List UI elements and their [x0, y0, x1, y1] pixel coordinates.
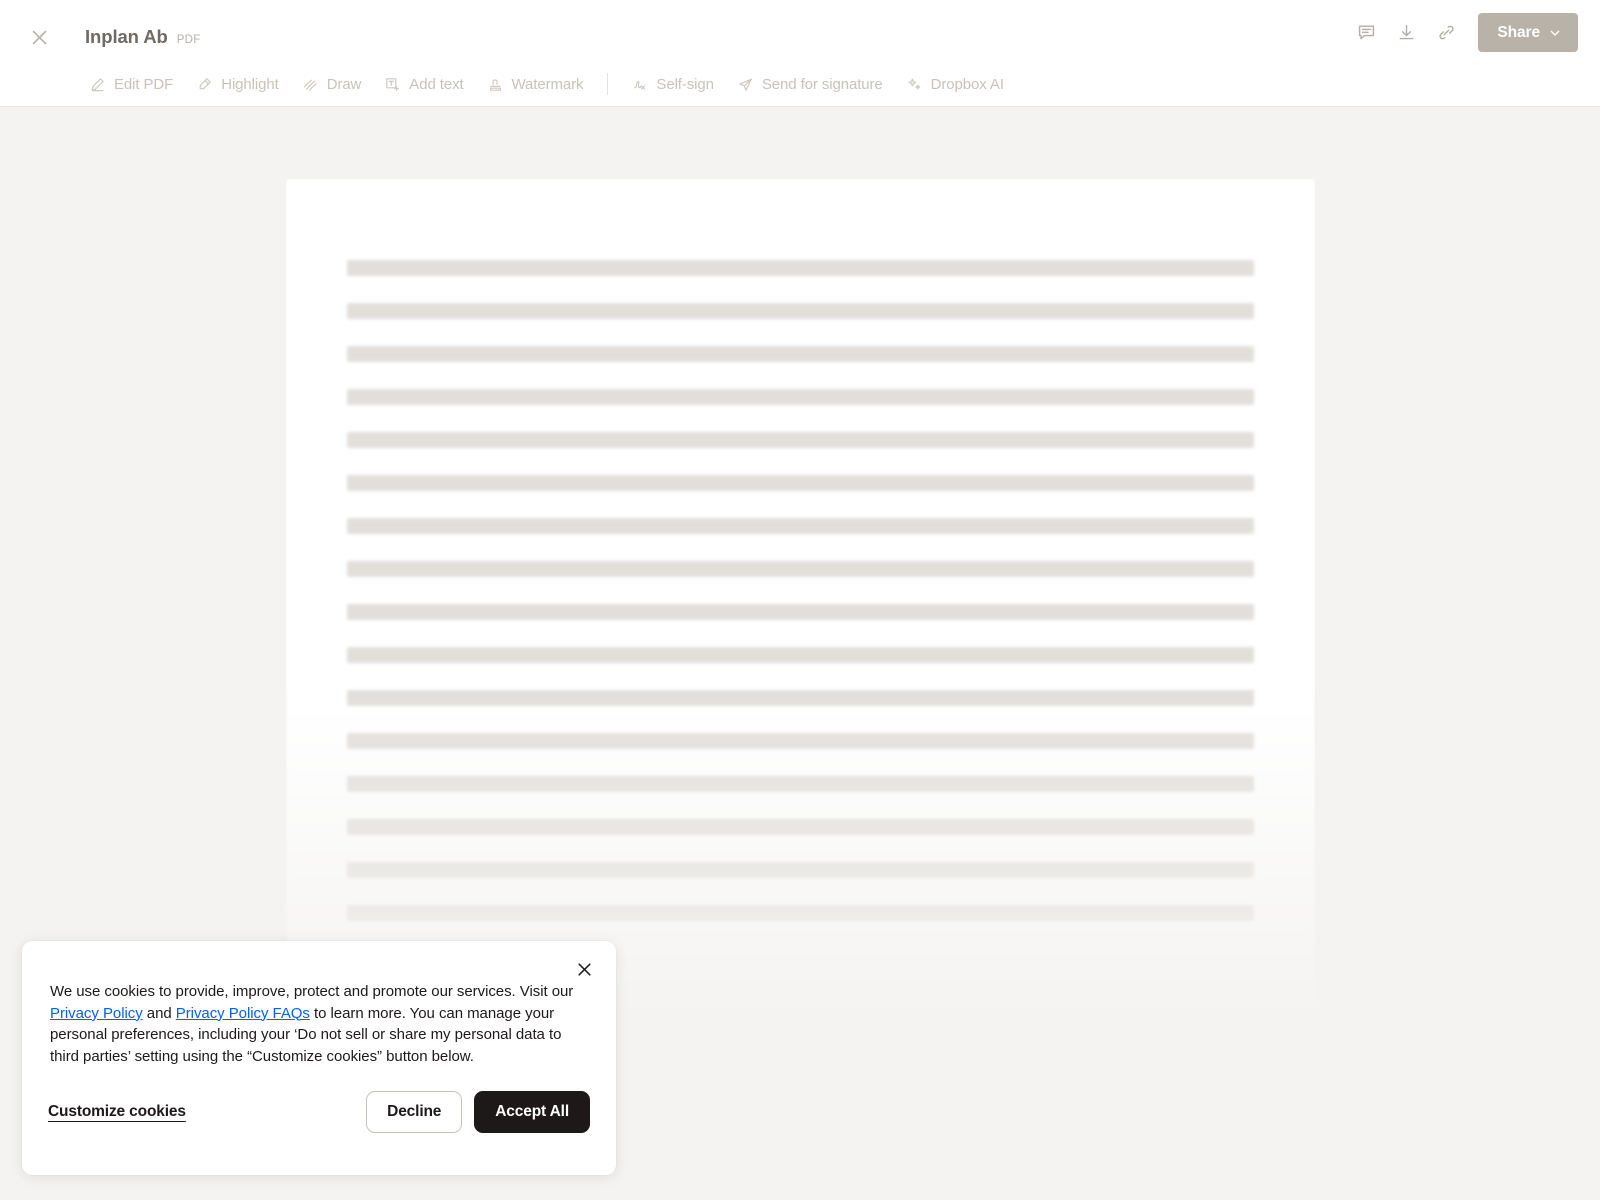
scribble-icon — [303, 77, 318, 92]
document-page — [286, 179, 1315, 1059]
tool-edit-pdf[interactable]: Edit PDF — [78, 71, 185, 98]
chevron-down-icon — [1550, 30, 1560, 36]
cookie-consent-banner: We use cookies to provide, improve, prot… — [22, 941, 616, 1175]
skeleton-line — [347, 733, 1254, 749]
tool-watermark[interactable]: Watermark — [476, 71, 596, 98]
app-header: Inplan Ab PDF Share Edit PDF Highlight D… — [0, 0, 1600, 107]
highlighter-icon — [197, 77, 212, 92]
accept-all-button[interactable]: Accept All — [474, 1091, 590, 1133]
tool-label: Watermark — [511, 75, 584, 93]
paper-plane-icon — [738, 77, 753, 92]
skeleton-line — [347, 518, 1254, 534]
tool-label: Self-sign — [656, 75, 714, 93]
pencil-icon — [90, 77, 105, 92]
tool-label: Draw — [326, 75, 362, 93]
document-title-group: Inplan Ab PDF — [85, 26, 201, 48]
skeleton-line — [347, 303, 1254, 319]
page-title: Inplan Ab — [85, 26, 168, 47]
text-box-icon — [385, 77, 400, 92]
stamp-icon — [488, 77, 503, 92]
document-loading-skeleton — [347, 260, 1254, 948]
tool-label: Dropbox AI — [930, 75, 1004, 93]
cookie-consent-text: We use cookies to provide, improve, prot… — [50, 981, 590, 1067]
privacy-policy-faqs-link[interactable]: Privacy Policy FAQs — [176, 1005, 310, 1022]
tool-highlight[interactable]: Highlight — [185, 71, 290, 98]
skeleton-line — [347, 561, 1254, 577]
tool-draw[interactable]: Draw — [291, 71, 374, 98]
tool-send-for-signature[interactable]: Send for signature — [726, 71, 895, 98]
decline-button[interactable]: Decline — [366, 1091, 463, 1133]
comment-icon[interactable] — [1346, 14, 1386, 52]
skeleton-line — [347, 905, 1254, 921]
link-icon[interactable] — [1426, 14, 1466, 52]
cookie-banner-actions: Customize cookies Decline Accept All — [22, 1091, 616, 1133]
skeleton-line — [347, 432, 1254, 448]
header-top-row: Inplan Ab PDF Share — [0, 0, 1600, 64]
tool-label: Send for signature — [761, 75, 883, 93]
skeleton-line — [347, 389, 1254, 405]
tool-label: Add text — [409, 75, 464, 93]
skeleton-line — [347, 776, 1254, 792]
skeleton-line — [347, 690, 1254, 706]
cookie-text-part-1: We use cookies to provide, improve, prot… — [50, 983, 574, 1000]
signature-icon — [632, 77, 647, 92]
editing-toolbar: Edit PDF Highlight Draw Add text Waterma… — [0, 62, 1016, 106]
cookie-button-group: Decline Accept All — [366, 1091, 590, 1133]
share-button-label: Share — [1497, 23, 1540, 41]
skeleton-line — [347, 647, 1254, 663]
tool-label: Highlight — [221, 75, 279, 93]
skeleton-line — [347, 260, 1254, 276]
sparkle-icon — [907, 77, 922, 92]
skeleton-line — [347, 862, 1254, 878]
close-icon[interactable] — [570, 955, 598, 983]
skeleton-line — [347, 346, 1254, 362]
skeleton-line — [347, 819, 1254, 835]
skeleton-line — [347, 604, 1254, 620]
skeleton-line — [347, 475, 1254, 491]
tool-dropbox-ai[interactable]: Dropbox AI — [895, 71, 1016, 98]
cookie-text-part-2: and — [142, 1004, 176, 1022]
download-icon[interactable] — [1386, 14, 1426, 52]
close-icon[interactable] — [26, 24, 52, 50]
toolbar-divider — [607, 73, 609, 95]
tool-label: Edit PDF — [114, 75, 174, 93]
customize-cookies-button[interactable]: Customize cookies — [48, 1103, 186, 1121]
share-button[interactable]: Share — [1478, 13, 1578, 52]
file-type-label: PDF — [176, 34, 201, 46]
header-actions: Share — [1346, 13, 1578, 52]
tool-self-sign[interactable]: Self-sign — [620, 71, 725, 98]
tool-add-text[interactable]: Add text — [373, 71, 475, 98]
privacy-policy-link[interactable]: Privacy Policy — [50, 1005, 143, 1022]
